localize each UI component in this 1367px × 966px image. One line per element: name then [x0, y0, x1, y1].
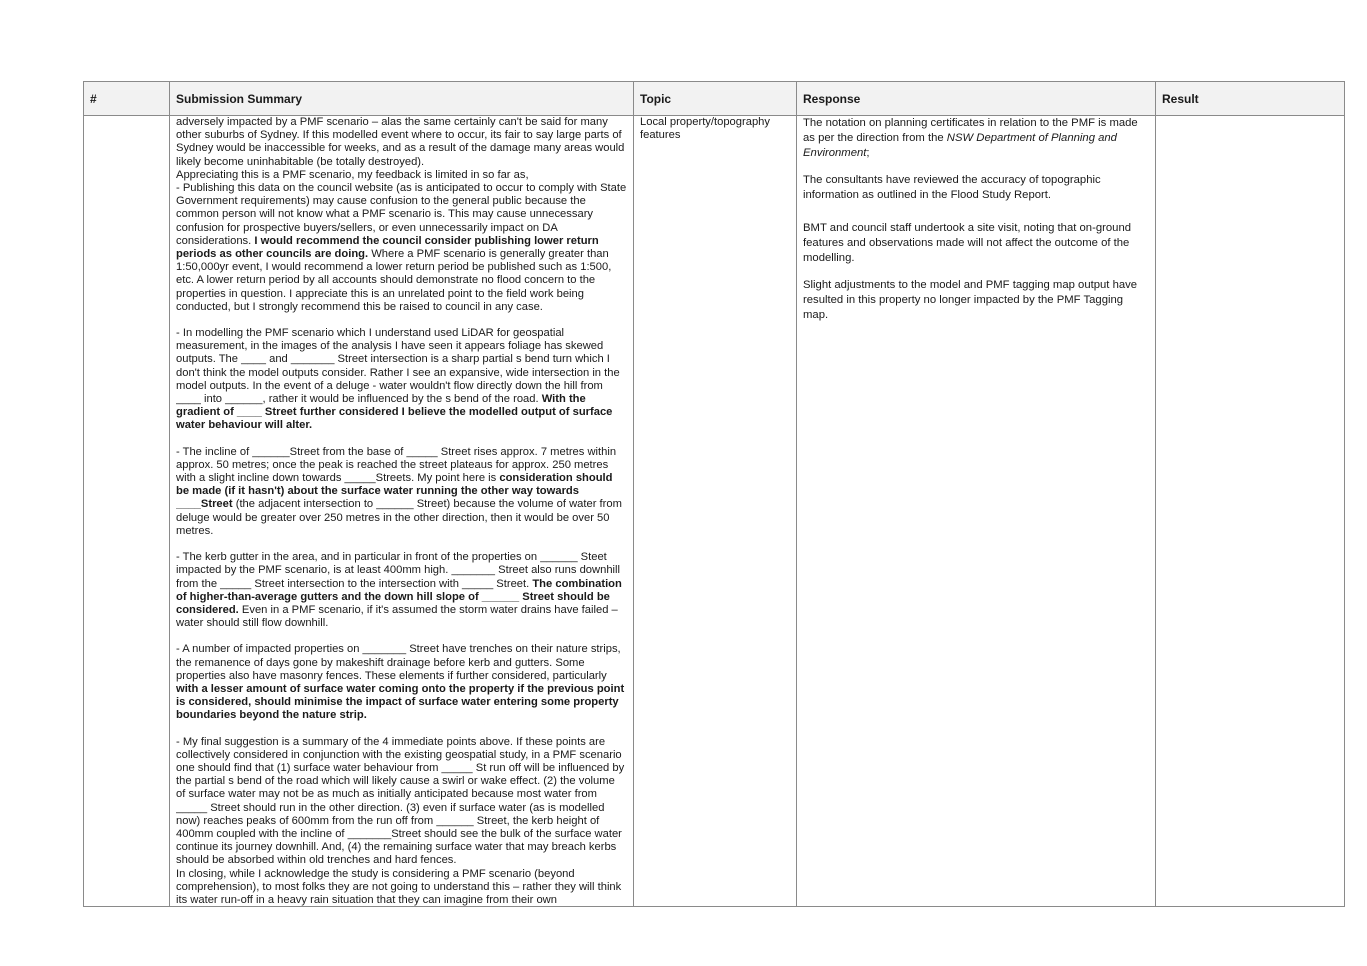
summary-paragraph: - In modelling the PMF scenario which I …	[176, 327, 627, 433]
summary-paragraph: - The incline of ______Street from the b…	[176, 446, 627, 538]
header-result: Result	[1155, 81, 1345, 116]
summary-paragraph: - A number of impacted properties on ___…	[176, 643, 627, 722]
response-paragraph: The consultants have reviewed the accura…	[803, 174, 1101, 201]
cell-submission-summary: adversely impacted by a PMF scenario – a…	[169, 115, 634, 907]
cell-number	[83, 115, 170, 907]
summary-text: Even in a PMF scenario, if it's assumed …	[176, 603, 618, 630]
submissions-table: # Submission Summary Topic Response Resu…	[83, 81, 1345, 907]
table-header-row: # Submission Summary Topic Response Resu…	[83, 81, 1345, 116]
summary-text: (the adjacent intersection to ______ Str…	[176, 498, 622, 537]
summary-paragraph: - The kerb gutter in the area, and in pa…	[176, 551, 627, 630]
header-number: #	[83, 81, 170, 116]
response-paragraph: Slight adjustments to the model and PMF …	[803, 279, 1138, 321]
table-row: adversely impacted by a PMF scenario – a…	[83, 115, 1345, 907]
header-response: Response	[796, 81, 1156, 116]
cell-result	[1155, 115, 1345, 907]
response-text: ;	[866, 147, 870, 159]
summary-paragraph: adversely impacted by a PMF scenario – a…	[176, 116, 625, 168]
summary-text: - A number of impacted properties on ___…	[176, 643, 621, 682]
summary-paragraph: In closing, while I acknowledge the stud…	[176, 867, 622, 906]
summary-emphasis: with a lesser amount of surface water co…	[176, 682, 625, 722]
header-submission-summary: Submission Summary	[169, 81, 634, 116]
header-topic: Topic	[633, 81, 797, 116]
cell-topic: Local property/topography features	[633, 115, 797, 907]
summary-paragraph: - My final suggestion is a summary of th…	[176, 735, 625, 867]
response-paragraph: BMT and council staff undertook a site v…	[803, 222, 1132, 264]
summary-paragraph: Appreciating this is a PMF scenario, my …	[176, 168, 529, 181]
cell-response: The notation on planning certificates in…	[796, 115, 1156, 907]
response-paragraph: The notation on planning certificates in…	[803, 116, 1149, 161]
summary-paragraph: - Publishing this data on the council we…	[176, 182, 627, 314]
